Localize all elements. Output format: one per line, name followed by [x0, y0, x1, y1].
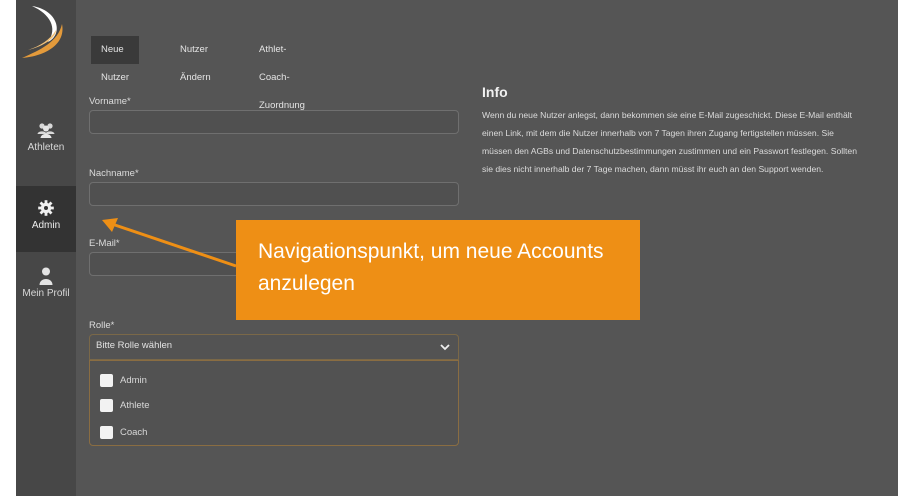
checkbox[interactable] — [100, 426, 113, 439]
tab-nutzer-aendern[interactable]: Nutzer Ändern — [180, 36, 211, 83]
option-label: Coach — [120, 427, 148, 438]
sidebar-item-athleten[interactable]: Athleten — [16, 120, 76, 186]
annotation-callout: Navigationspunkt, um neue Accounts anzul… — [236, 220, 640, 320]
sidebar-item-mein-profil[interactable]: Mein Profil — [16, 266, 76, 332]
checkbox[interactable] — [100, 374, 113, 387]
app-window: Athleten Admin Mein Profil Neue Nutzer N… — [16, 0, 898, 496]
option-label: Athlete — [120, 400, 150, 411]
users-icon — [37, 123, 55, 138]
gear-icon — [38, 200, 54, 216]
sidebar: Athleten Admin Mein Profil — [16, 0, 76, 496]
nachname-label: Nachname* — [89, 168, 139, 179]
vorname-field[interactable] — [89, 110, 459, 134]
logo-icon — [22, 6, 63, 58]
tab-athlet-coach-zuordnung[interactable]: Athlet-Coach-Zuordnung — [259, 36, 305, 111]
sidebar-item-label: Athleten — [27, 142, 65, 153]
sidebar-item-label: Admin — [31, 220, 61, 231]
callout-text: Navigationspunkt, um neue Accounts anzul… — [258, 240, 604, 295]
checkbox[interactable] — [100, 399, 113, 412]
rolle-options-list: Admin Athlete Coach — [89, 360, 459, 446]
info-text: Wenn du neue Nutzer anlegst, dann bekomm… — [482, 110, 857, 174]
chevron-down-icon — [440, 344, 450, 351]
info-title: Info — [482, 84, 508, 100]
nachname-field[interactable] — [89, 182, 459, 206]
person-icon — [39, 267, 53, 285]
callout-arrow — [102, 218, 237, 268]
tab-neue-nutzer[interactable]: Neue Nutzer — [91, 36, 139, 83]
sidebar-item-admin[interactable]: Admin — [16, 186, 76, 252]
sidebar-item-label: Mein Profil — [22, 288, 70, 299]
rolle-label: Rolle* — [89, 320, 115, 331]
rolle-select[interactable]: Bitte Rolle wählen — [89, 334, 459, 360]
rolle-select-value: Bitte Rolle wählen — [96, 340, 173, 351]
vorname-label: Vorname* — [89, 96, 131, 107]
option-label: Admin — [120, 375, 147, 386]
